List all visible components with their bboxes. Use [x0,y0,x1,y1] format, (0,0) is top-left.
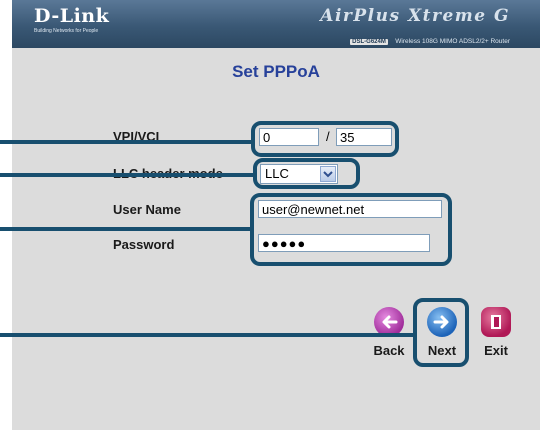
model-badge: DSL-G624M [350,39,388,45]
password-label: Password [113,237,175,252]
callout-leader-next [0,333,413,337]
callout-leader-llc [0,173,253,177]
header-banner: D-Link Building Networks for People AirP… [12,0,540,48]
callout-llc-header-mode [253,158,360,189]
airplus-xtreme-logo: AirPlus Xtreme G [320,6,510,26]
page-title: Set PPPoA [232,62,320,81]
callout-credentials [250,193,452,266]
dlink-tagline: Building Networks for People [34,28,99,34]
back-label: Back [373,343,405,358]
callout-leader-vpi-vci [0,140,251,144]
model-description: Wireless 108G MIMO ADSL2/2+ Router [395,38,510,45]
callout-vpi-vci [251,121,399,157]
user-name-label: User Name [113,202,181,217]
dlink-logo: D-Link [34,5,110,27]
model-line: DSL-G624M Wireless 108G MIMO ADSL2/2+ Ro… [350,30,510,48]
callout-leader-credentials [0,227,250,231]
exit-label: Exit [484,343,508,358]
exit-door-icon [481,307,511,337]
callout-next [413,298,469,367]
exit-button[interactable]: Exit [474,307,518,358]
